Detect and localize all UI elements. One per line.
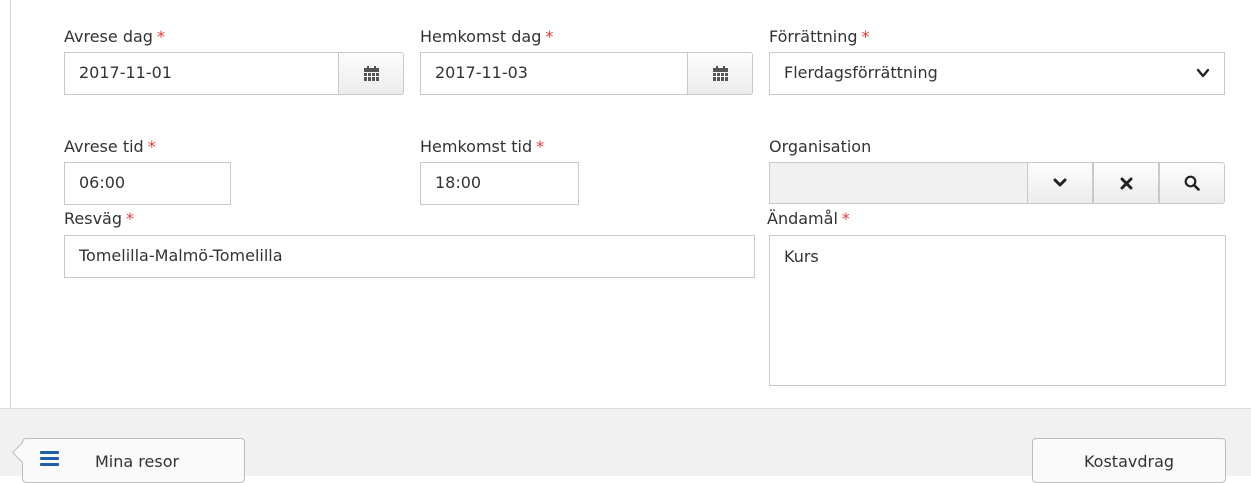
- back-button-label: Mina resor: [95, 452, 180, 471]
- required-mark: *: [126, 209, 135, 228]
- required-mark: *: [156, 27, 165, 46]
- calendar-icon: [712, 66, 728, 81]
- close-icon: [1120, 177, 1132, 189]
- departure-date-label: Avrese dag *: [64, 27, 165, 46]
- purpose-label: Ändamål *: [767, 209, 850, 228]
- departure-date-input[interactable]: 2017-11-01: [64, 52, 339, 95]
- return-date-calendar-button[interactable]: [687, 52, 753, 95]
- organisation-label: Organisation: [769, 137, 872, 156]
- chevron-down-icon: [1053, 178, 1067, 187]
- required-mark: *: [536, 137, 545, 156]
- route-input[interactable]: Tomelilla-Malmö-Tomelilla: [64, 235, 755, 278]
- return-date-input[interactable]: 2017-11-03: [420, 52, 688, 95]
- next-button-label: Kostavdrag: [1083, 452, 1175, 471]
- chevron-down-icon: [1196, 68, 1210, 78]
- back-to-my-trips-button[interactable]: Mina resor: [22, 438, 245, 483]
- route-label: Resväg *: [64, 209, 135, 228]
- required-mark: *: [861, 27, 870, 46]
- required-mark: *: [147, 137, 156, 156]
- organisation-dropdown-button[interactable]: [1027, 162, 1093, 204]
- return-date-label: Hemkomst dag *: [420, 27, 554, 46]
- organisation-clear-button[interactable]: [1093, 162, 1159, 204]
- departure-time-input[interactable]: 06:00: [64, 162, 231, 205]
- required-mark: *: [545, 27, 554, 46]
- calendar-icon: [363, 66, 379, 81]
- departure-time-label: Avrese tid *: [64, 137, 156, 156]
- purpose-textarea[interactable]: Kurs: [769, 235, 1226, 386]
- assignment-label: Förrättning *: [769, 27, 870, 46]
- required-mark: *: [841, 209, 850, 228]
- departure-date-calendar-button[interactable]: [338, 52, 404, 95]
- assignment-selected-value: Flerdagsförrättning: [784, 63, 938, 82]
- return-time-label: Hemkomst tid *: [420, 137, 545, 156]
- organisation-input[interactable]: [769, 162, 1028, 204]
- organisation-search-button[interactable]: [1159, 162, 1225, 204]
- assignment-select[interactable]: Flerdagsförrättning: [769, 52, 1225, 95]
- kostavdrag-button[interactable]: Kostavdrag: [1032, 438, 1226, 483]
- menu-icon: [40, 451, 59, 466]
- return-time-input[interactable]: 18:00: [420, 162, 579, 205]
- search-icon: [1184, 175, 1200, 191]
